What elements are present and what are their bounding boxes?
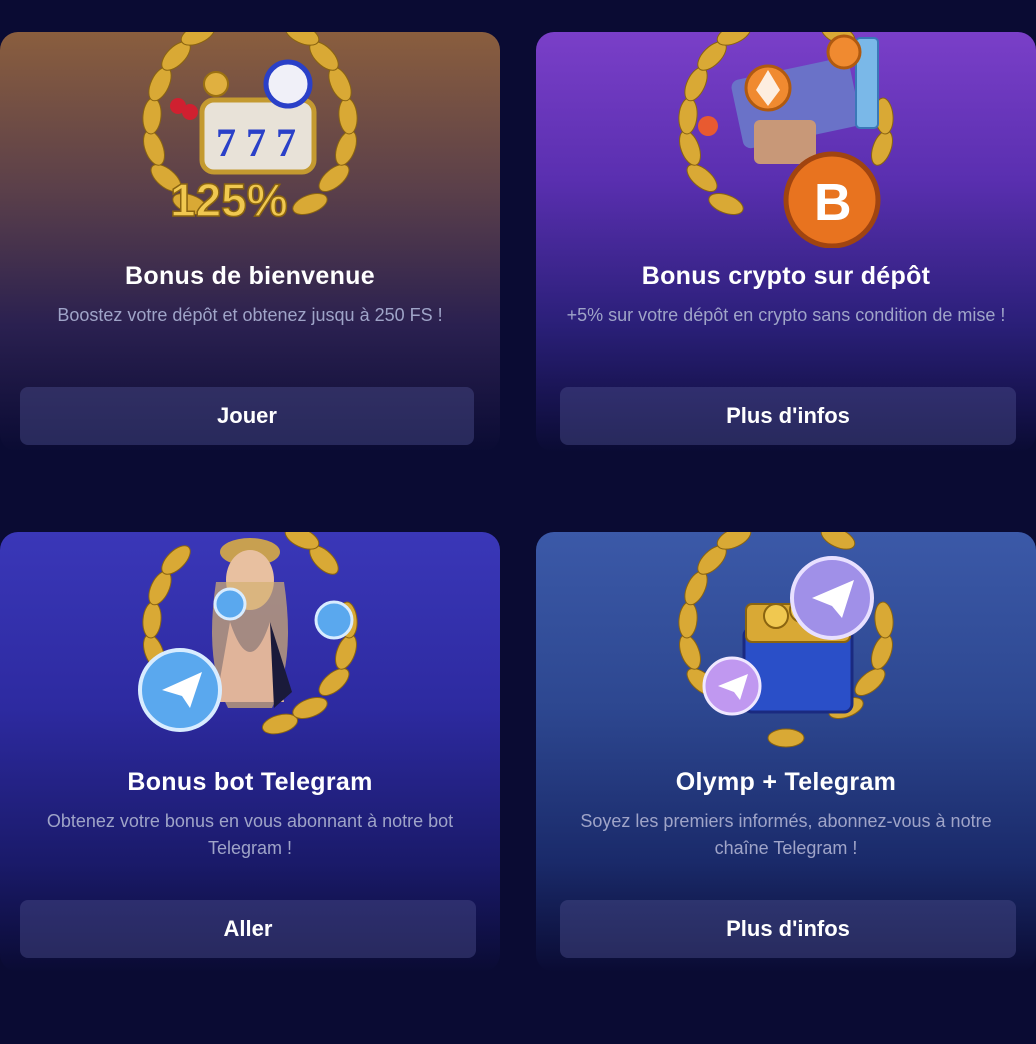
telegram-bot-laurel-icon	[120, 532, 380, 752]
more-info-button[interactable]: Plus d'infos	[560, 387, 1016, 445]
card-description: Obtenez votre bonus en vous abonnant à n…	[46, 811, 454, 858]
svg-text:7: 7	[276, 120, 296, 165]
svg-text:7: 7	[216, 120, 236, 165]
telegram-bot-bonus-card: Bonus bot Telegram Obtenez votre bonus e…	[0, 532, 500, 972]
bonus-percent-badge: 125%	[170, 174, 288, 226]
card-title: Bonus de bienvenue	[125, 262, 375, 290]
welcome-bonus-card: 7 7 7 125% Bonus de bienvenue Boostez vo…	[0, 32, 500, 452]
olymp-telegram-card: Olymp + Telegram Soyez les premiers info…	[536, 532, 1036, 972]
slot-machine-laurel-icon: 7 7 7 125%	[120, 32, 380, 248]
card-description: Boostez votre dépôt et obtenez jusqu à 2…	[57, 305, 443, 325]
play-button[interactable]: Jouer	[20, 387, 474, 445]
crypto-bonus-card: B Bonus crypto sur dépôt +5% sur votre d…	[536, 32, 1036, 452]
svg-text:B: B	[814, 174, 852, 232]
telegram-chest-laurel-icon	[656, 532, 916, 752]
more-info-button[interactable]: Plus d'infos	[560, 900, 1016, 958]
card-title: Olymp + Telegram	[675, 768, 897, 796]
go-button[interactable]: Aller	[20, 900, 476, 958]
card-title: Bonus bot Telegram	[127, 768, 373, 796]
svg-text:7: 7	[246, 120, 266, 165]
crypto-coins-laurel-icon: B	[656, 32, 916, 248]
card-description: +5% sur votre dépôt en crypto sans condi…	[566, 305, 1006, 325]
card-title: Bonus crypto sur dépôt	[641, 262, 931, 290]
card-description: Soyez les premiers informés, abonnez-vou…	[580, 811, 992, 858]
